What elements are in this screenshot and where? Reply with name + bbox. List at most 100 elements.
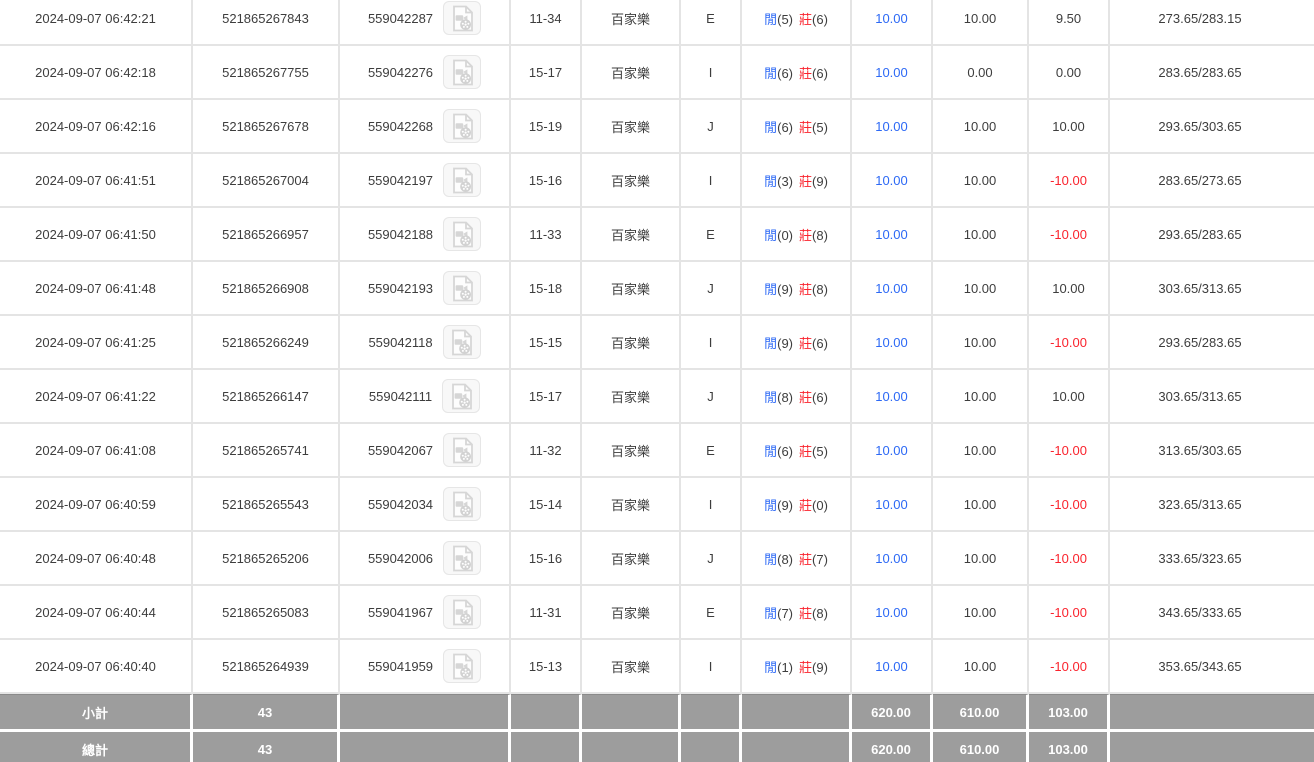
total-label: 總計 [0,729,193,762]
subtotal-count: 43 [193,694,340,729]
video-replay-button[interactable] [443,433,481,467]
table-row: 2024-09-07 06:40:44 521865265083 5590419… [0,586,1314,640]
round-cell: 559042034 [340,478,511,532]
video-replay-button[interactable] [443,271,481,305]
banker-result-score: (6) [812,390,828,405]
bet-amount: 10.00 [852,316,933,370]
round-id: 559042268 [368,119,433,134]
video-replay-button[interactable] [443,325,481,359]
player-result-score: (5) [777,12,793,27]
round-cell: 559041959 [340,640,511,694]
round-cell: 559042188 [340,208,511,262]
game-result: 閒(8)莊(6) [742,370,852,424]
game-result: 閒(1)莊(9) [742,640,852,694]
player-result-score: (0) [777,228,793,243]
banker-result-score: (8) [812,282,828,297]
round-id: 559042118 [368,335,432,350]
banker-result-label: 莊 [799,606,812,621]
video-replay-button[interactable] [443,55,481,89]
banker-result-score: (9) [812,660,828,675]
bet-amount: 10.00 [852,370,933,424]
game-name: 百家樂 [582,424,681,478]
game-result: 閒(9)莊(6) [742,316,852,370]
video-replay-button[interactable] [443,217,481,251]
round-cell: 559042276 [340,46,511,100]
dealer-letter: I [681,46,742,100]
table-number: 11-33 [511,208,582,262]
player-result-score: (3) [777,174,793,189]
video-file-icon [451,275,474,302]
valid-amount: 10.00 [933,316,1029,370]
bet-id: 521865264939 [193,640,340,694]
game-name: 百家樂 [582,316,681,370]
table-number: 15-16 [511,154,582,208]
win-loss: -10.00 [1029,532,1110,586]
banker-result-score: (7) [812,552,828,567]
video-file-icon [451,653,474,680]
game-name: 百家樂 [582,640,681,694]
player-result-label: 閒 [764,660,777,675]
bet-time: 2024-09-07 06:41:08 [0,424,193,478]
round-id: 559042197 [368,173,433,188]
video-replay-button[interactable] [443,163,481,197]
subtotal-empty-cell [340,694,511,729]
bet-id: 521865267004 [193,154,340,208]
table-row: 2024-09-07 06:40:40 521865264939 5590419… [0,640,1314,694]
valid-amount: 10.00 [933,532,1029,586]
game-name: 百家樂 [582,154,681,208]
video-replay-button[interactable] [443,595,481,629]
player-result-score: (7) [777,606,793,621]
bet-id: 521865265741 [193,424,340,478]
bet-amount: 10.00 [852,532,933,586]
bet-time: 2024-09-07 06:41:48 [0,262,193,316]
game-result: 閒(7)莊(8) [742,586,852,640]
bet-time: 2024-09-07 06:41:25 [0,316,193,370]
balance-before-after: 273.65/283.15 [1110,0,1314,46]
dealer-letter: E [681,586,742,640]
balance-before-after: 313.65/303.65 [1110,424,1314,478]
video-replay-button[interactable] [443,541,481,575]
bet-time: 2024-09-07 06:41:51 [0,154,193,208]
banker-result-score: (5) [812,120,828,135]
total-valid-total: 610.00 [933,729,1029,762]
player-result-score: (8) [777,552,793,567]
bet-id: 521865265083 [193,586,340,640]
banker-result-label: 莊 [799,66,812,81]
player-result-score: (9) [777,282,793,297]
player-result-score: (9) [777,498,793,513]
player-result-label: 閒 [764,282,777,297]
total-empty-cell [1110,729,1314,762]
bet-time: 2024-09-07 06:40:48 [0,532,193,586]
video-replay-button[interactable] [443,649,481,683]
table-row: 2024-09-07 06:40:59 521865265543 5590420… [0,478,1314,532]
table-row: 2024-09-07 06:42:16 521865267678 5590422… [0,100,1314,154]
video-replay-button[interactable] [442,379,480,413]
balance-before-after: 283.65/273.65 [1110,154,1314,208]
video-replay-button[interactable] [443,109,481,143]
table-number: 11-31 [511,586,582,640]
player-result-score: (6) [777,66,793,81]
win-loss: -10.00 [1029,640,1110,694]
balance-before-after: 303.65/313.65 [1110,370,1314,424]
subtotal-empty-cell [582,694,681,729]
player-result-label: 閒 [764,498,777,513]
subtotal-empty-cell [742,694,852,729]
banker-result-score: (5) [812,444,828,459]
round-id: 559042188 [368,227,433,242]
bet-id: 521865267755 [193,46,340,100]
banker-result-label: 莊 [799,390,812,405]
table-row: 2024-09-07 06:42:21 521865267843 5590422… [0,0,1314,46]
bet-history-table: 2024-09-07 06:42:21 521865267843 5590422… [0,0,1314,762]
video-file-icon [450,383,473,410]
video-replay-button[interactable] [443,1,481,35]
valid-amount: 10.00 [933,424,1029,478]
video-replay-button[interactable] [443,487,481,521]
bet-amount: 10.00 [852,0,933,46]
round-id: 559041959 [368,659,433,674]
round-cell: 559042118 [340,316,511,370]
table-number: 15-16 [511,532,582,586]
bet-time: 2024-09-07 06:40:59 [0,478,193,532]
win-loss: 10.00 [1029,262,1110,316]
player-result-label: 閒 [764,552,777,567]
bet-time: 2024-09-07 06:41:50 [0,208,193,262]
